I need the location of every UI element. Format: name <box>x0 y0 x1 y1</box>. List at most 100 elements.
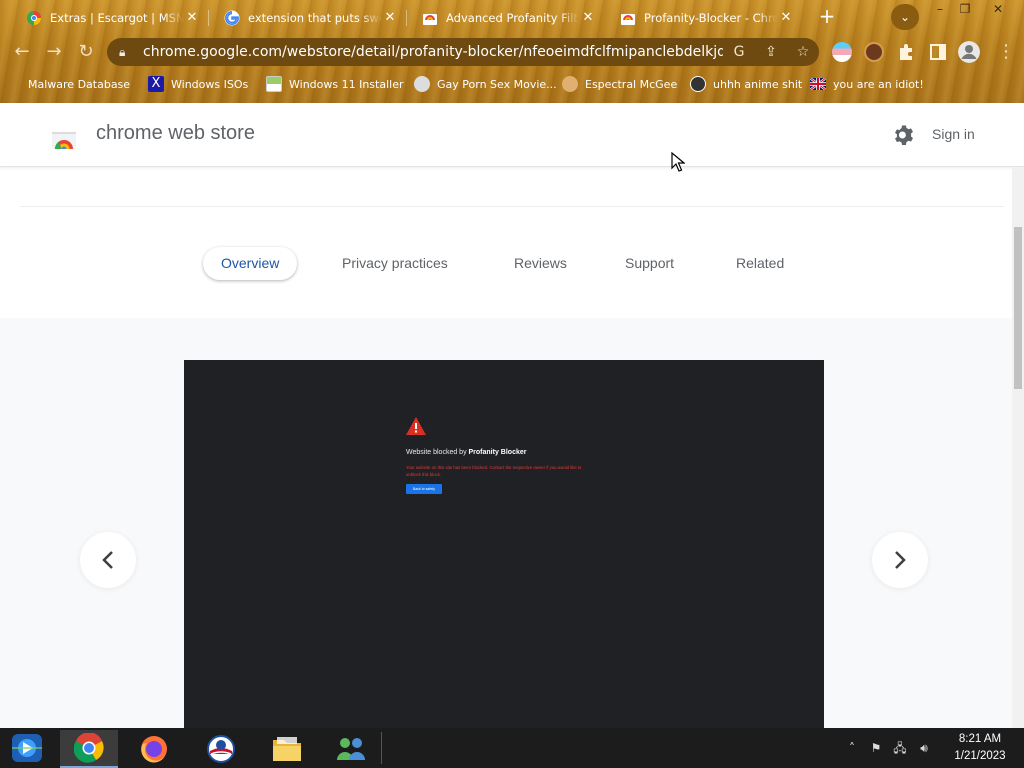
clock-date[interactable]: 1/21/2023 <box>946 750 1014 762</box>
bookmark-windows-isos[interactable]: X Windows ISOs <box>148 74 248 94</box>
profile-icon[interactable] <box>958 41 980 63</box>
tab-title: extension that puts swear <box>248 10 382 25</box>
bookmark-anime[interactable]: uhhh anime shit <box>690 74 802 94</box>
chrome-icon <box>74 733 104 763</box>
taskbar: ˄ ⚑ 🖧︎ 🔊︎ 8:21 AM 1/21/2023 <box>0 728 1024 768</box>
scrollbar-thumb[interactable] <box>1014 227 1022 389</box>
network-people-icon <box>337 738 365 760</box>
file-explorer-icon <box>273 737 301 761</box>
warning-icon <box>406 417 426 435</box>
flag-icon[interactable]: ⚑ <box>868 740 884 756</box>
bookmark-windows-11-installer[interactable]: Windows 11 Installer <box>266 74 404 94</box>
x-logo-icon: X <box>148 76 164 92</box>
back-arrow-icon[interactable]: ← <box>10 40 34 64</box>
blocked-prefix: Website blocked by <box>406 449 469 456</box>
share-icon[interactable]: ⇪ <box>755 44 787 60</box>
bookmark-malware-database[interactable]: Malware Database <box>16 74 130 94</box>
close-icon[interactable]: ✕ <box>580 10 596 25</box>
webstore-logo-icon[interactable] <box>50 123 78 151</box>
tab-reviews[interactable]: Reviews <box>514 247 567 280</box>
new-tab-button[interactable]: + <box>815 5 839 29</box>
obama-taskbar-button[interactable] <box>192 730 250 768</box>
avatar-icon <box>690 76 706 92</box>
tab-profanity-blocker[interactable]: Profanity-Blocker - Chrome ✕ <box>604 4 802 31</box>
show-hidden-icons-icon[interactable]: ˄ <box>844 740 860 756</box>
reload-icon[interactable]: ↻ <box>74 40 98 64</box>
star-icon[interactable]: ☆ <box>787 44 819 60</box>
google-icon <box>224 10 240 25</box>
tab-support[interactable]: Support <box>625 247 674 280</box>
uk-flag-icon <box>810 78 826 90</box>
avatar-extension-icon[interactable] <box>864 42 884 62</box>
network-people-taskbar-button[interactable] <box>322 730 380 768</box>
close-icon[interactable]: ✕ <box>778 10 794 25</box>
obama-icon <box>207 735 235 763</box>
chrome-taskbar-button[interactable] <box>60 730 118 768</box>
bookmark-label: Malware Database <box>28 77 131 91</box>
tab-privacy-practices[interactable]: Privacy practices <box>342 247 448 280</box>
close-icon[interactable]: ✕ <box>184 10 200 25</box>
side-panel-icon[interactable] <box>928 42 948 62</box>
restore-icon[interactable]: ❐ <box>950 0 980 18</box>
lock-icon[interactable]: 🔒︎ <box>119 45 133 60</box>
file-explorer-taskbar-button[interactable] <box>258 730 316 768</box>
tab-related[interactable]: Related <box>736 247 784 280</box>
chevron-down-icon[interactable]: ⌄ <box>891 4 919 30</box>
mouse-cursor-icon <box>671 152 685 172</box>
url-text[interactable]: chrome.google.com/webstore/detail/profan… <box>143 44 723 60</box>
tab-escargot[interactable]: Extras | Escargot | MSN ✕ <box>10 4 208 31</box>
bookmark-label: Gay Porn Sex Movie... <box>437 77 557 91</box>
bookmark-label: Espectral McGee <box>585 77 678 91</box>
blocked-message: Website blocked by Profanity Blocker <box>406 449 526 456</box>
close-icon[interactable]: ✕ <box>382 10 398 25</box>
divider <box>20 206 1004 207</box>
tab-overview[interactable]: Overview <box>203 247 298 280</box>
store-header: chrome web store Sign in <box>0 103 1024 167</box>
windows-media-icon[interactable] <box>8 732 46 764</box>
trans-flag-extension-icon[interactable] <box>832 42 852 62</box>
firefox-taskbar-button[interactable] <box>125 730 183 768</box>
taskbar-divider <box>381 732 382 764</box>
blocked-detail: Your website on this site has been block… <box>406 465 582 477</box>
chevron-right-icon <box>895 551 906 569</box>
forward-arrow-icon[interactable]: → <box>42 40 66 64</box>
sign-in-link[interactable]: Sign in <box>932 126 975 142</box>
escargot-icon <box>27 10 41 25</box>
store-name[interactable]: chrome web store <box>96 122 255 145</box>
gear-icon[interactable] <box>892 123 916 147</box>
extension-screenshot[interactable]: Website blocked by Profanity Blocker You… <box>184 360 824 728</box>
chevron-left-icon <box>102 551 113 569</box>
webstore-icon <box>423 13 437 25</box>
back-to-safety-button: Back to safety <box>406 484 442 494</box>
clock-time[interactable]: 8:21 AM <box>948 733 1012 745</box>
tab-google-search[interactable]: extension that puts swear ✕ <box>208 4 406 31</box>
bookmark-espectral-mcgee[interactable]: Espectral McGee <box>562 74 677 94</box>
tab-title: Advanced Profanity Filter <box>446 10 580 25</box>
google-lens-icon[interactable]: G <box>723 44 755 60</box>
avatar-icon <box>562 76 578 92</box>
menu-icon[interactable]: ⋮ <box>994 40 1018 64</box>
previous-slide-button[interactable] <box>80 532 136 588</box>
volume-icon[interactable]: 🔊︎ <box>916 740 932 756</box>
blocked-extension-name: Profanity Blocker <box>468 449 527 456</box>
bookmark-you-are-an-idiot[interactable]: you are an idiot! <box>810 74 924 94</box>
close-window-icon[interactable]: ✕ <box>983 0 1013 18</box>
bookmark-label: Windows ISOs <box>171 77 249 91</box>
browser-frame: Extras | Escargot | MSN ✕ extension that… <box>0 0 1024 103</box>
puzzle-icon[interactable] <box>896 42 916 62</box>
tab-title: Profanity-Blocker - Chrome <box>644 10 778 25</box>
network-icon[interactable]: 🖧︎ <box>892 740 908 756</box>
address-bar[interactable]: 🔒︎ chrome.google.com/webstore/detail/pro… <box>107 38 819 66</box>
bookmark-gay-porn[interactable]: Gay Porn Sex Movie... <box>414 74 557 94</box>
firefox-icon <box>141 736 167 763</box>
detail-tabs: Overview Privacy practices Reviews Suppo… <box>0 240 1012 286</box>
bookmark-label: uhhh anime shit <box>713 77 803 91</box>
tab-title: Extras | Escargot | MSN <box>50 10 184 25</box>
screenshot-gallery: Website blocked by Profanity Blocker You… <box>0 318 1012 728</box>
tab-advanced-profanity-filter[interactable]: Advanced Profanity Filter ✕ <box>406 4 604 31</box>
image-icon <box>266 76 282 92</box>
webstore-icon <box>621 13 635 25</box>
next-slide-button[interactable] <box>872 532 928 588</box>
bookmark-label: Windows 11 Installer <box>289 77 404 91</box>
bookmark-label: you are an idiot! <box>833 77 924 91</box>
